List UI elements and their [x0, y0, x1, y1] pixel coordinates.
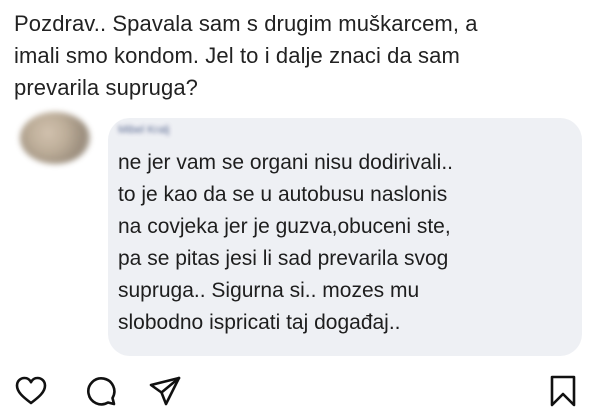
question-line: imali smo kondom. Jel to i dalje znaci d…	[14, 43, 460, 68]
post-question-text: Pozdrav.. Spavala sam s drugim muškarcem…	[14, 8, 590, 104]
question-line: Pozdrav.. Spavala sam s drugim muškarcem…	[14, 11, 478, 36]
comment-line: na covjeka jer je guzva,obuceni ste,	[118, 215, 451, 238]
question-line: prevarila supruga?	[14, 75, 199, 100]
comment-line: pa se pitas jesi li sad prevarila svog	[118, 247, 449, 270]
comment-text: ne jer vam se organi nisu dodirivali.. t…	[118, 147, 578, 339]
commenter-avatar[interactable]	[20, 112, 90, 164]
comment-line: to je kao da se u autobusu naslonis	[118, 183, 448, 206]
share-icon[interactable]	[148, 374, 182, 408]
heart-icon[interactable]	[14, 374, 48, 408]
commenter-name[interactable]: Mibel Kralj	[118, 124, 169, 136]
comment-line: ne jer vam se organi nisu dodirivali..	[118, 151, 453, 174]
bookmark-icon[interactable]	[546, 374, 580, 408]
comment-line: slobodno ispricati taj događaj..	[118, 311, 401, 334]
comment-icon[interactable]	[84, 374, 118, 408]
comment-line: supruga.. Sigurna si.. mozes mu	[118, 279, 420, 302]
post-action-bar	[0, 366, 600, 416]
